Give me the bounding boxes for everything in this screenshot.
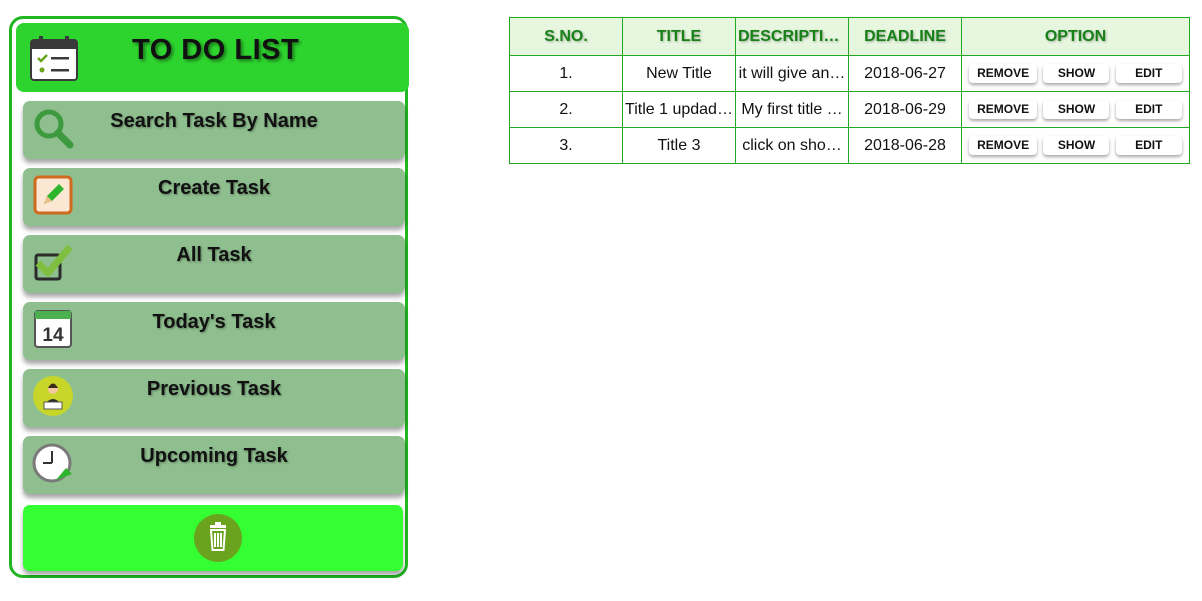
cell-title: New Title	[622, 55, 736, 92]
cell-options: REMOVE SHOW EDIT	[961, 127, 1190, 164]
cell-title: Title 3	[622, 127, 736, 164]
app-header: TO DO LIST	[16, 23, 409, 92]
edit-button[interactable]: EDIT	[1115, 64, 1182, 83]
edit-button[interactable]: EDIT	[1115, 136, 1182, 155]
cell-sno: 2.	[509, 91, 623, 128]
trash-bar	[23, 505, 403, 571]
table-row: 2. Title 1 updad… My first title … 2018-…	[509, 91, 1190, 128]
table-row: 3. Title 3 click on sho… 2018-06-28 REMO…	[509, 127, 1190, 164]
menu-label: All Task	[176, 244, 252, 266]
remove-button[interactable]: REMOVE	[969, 64, 1038, 83]
cell-deadline: 2018-06-29	[848, 91, 962, 128]
calendar-checklist-icon	[30, 36, 78, 81]
table-header-row: S.NO. TITLE DESCRIPTION DEADLINE OPTION	[509, 17, 1190, 56]
cell-deadline: 2018-06-27	[848, 55, 962, 92]
trash-icon	[209, 522, 227, 551]
menu-label: Create Task	[158, 177, 270, 199]
menu-label: Today's Task	[152, 311, 276, 333]
cell-sno: 3.	[509, 127, 623, 164]
menu-label: Search Task By Name	[110, 110, 318, 132]
header-description: DESCRIPTION	[735, 17, 849, 56]
menu-previous-task[interactable]: Previous Task	[23, 369, 405, 427]
header-sno: S.NO.	[509, 17, 623, 56]
menu-upcoming-task[interactable]: Upcoming Task	[23, 436, 405, 494]
menu-label: Previous Task	[146, 378, 282, 400]
table-row: 1. New Title it will give an… 2018-06-27…	[509, 55, 1190, 92]
menu-label: Upcoming Task	[140, 445, 288, 467]
trash-button[interactable]	[194, 514, 242, 562]
menu-todays-task[interactable]: 14 Today's Task	[23, 302, 405, 360]
menu-search-task[interactable]: Search Task By Name	[23, 101, 405, 159]
menu-create-task[interactable]: Create Task	[23, 168, 405, 226]
sidebar: TO DO LIST Search Task By Name Create Ta…	[9, 16, 409, 578]
show-button[interactable]: SHOW	[1043, 64, 1110, 83]
header-deadline: DEADLINE	[848, 17, 962, 56]
menu-all-task[interactable]: All Task	[23, 235, 405, 293]
remove-button[interactable]: REMOVE	[969, 136, 1038, 155]
cell-sno: 1.	[509, 55, 623, 92]
show-button[interactable]: SHOW	[1043, 136, 1110, 155]
cell-description: it will give an…	[735, 55, 849, 92]
show-button[interactable]: SHOW	[1043, 100, 1110, 119]
cell-deadline: 2018-06-28	[848, 127, 962, 164]
task-table: S.NO. TITLE DESCRIPTION DEADLINE OPTION …	[509, 17, 1190, 164]
remove-button[interactable]: REMOVE	[969, 100, 1038, 119]
app-title: TO DO LIST	[132, 34, 300, 66]
cell-options: REMOVE SHOW EDIT	[961, 91, 1190, 128]
edit-button[interactable]: EDIT	[1115, 100, 1182, 119]
header-option: OPTION	[961, 17, 1190, 56]
cell-options: REMOVE SHOW EDIT	[961, 55, 1190, 92]
cell-title: Title 1 updad…	[622, 91, 736, 128]
cell-description: click on sho…	[735, 127, 849, 164]
cell-description: My first title …	[735, 91, 849, 128]
header-title: TITLE	[622, 17, 736, 56]
